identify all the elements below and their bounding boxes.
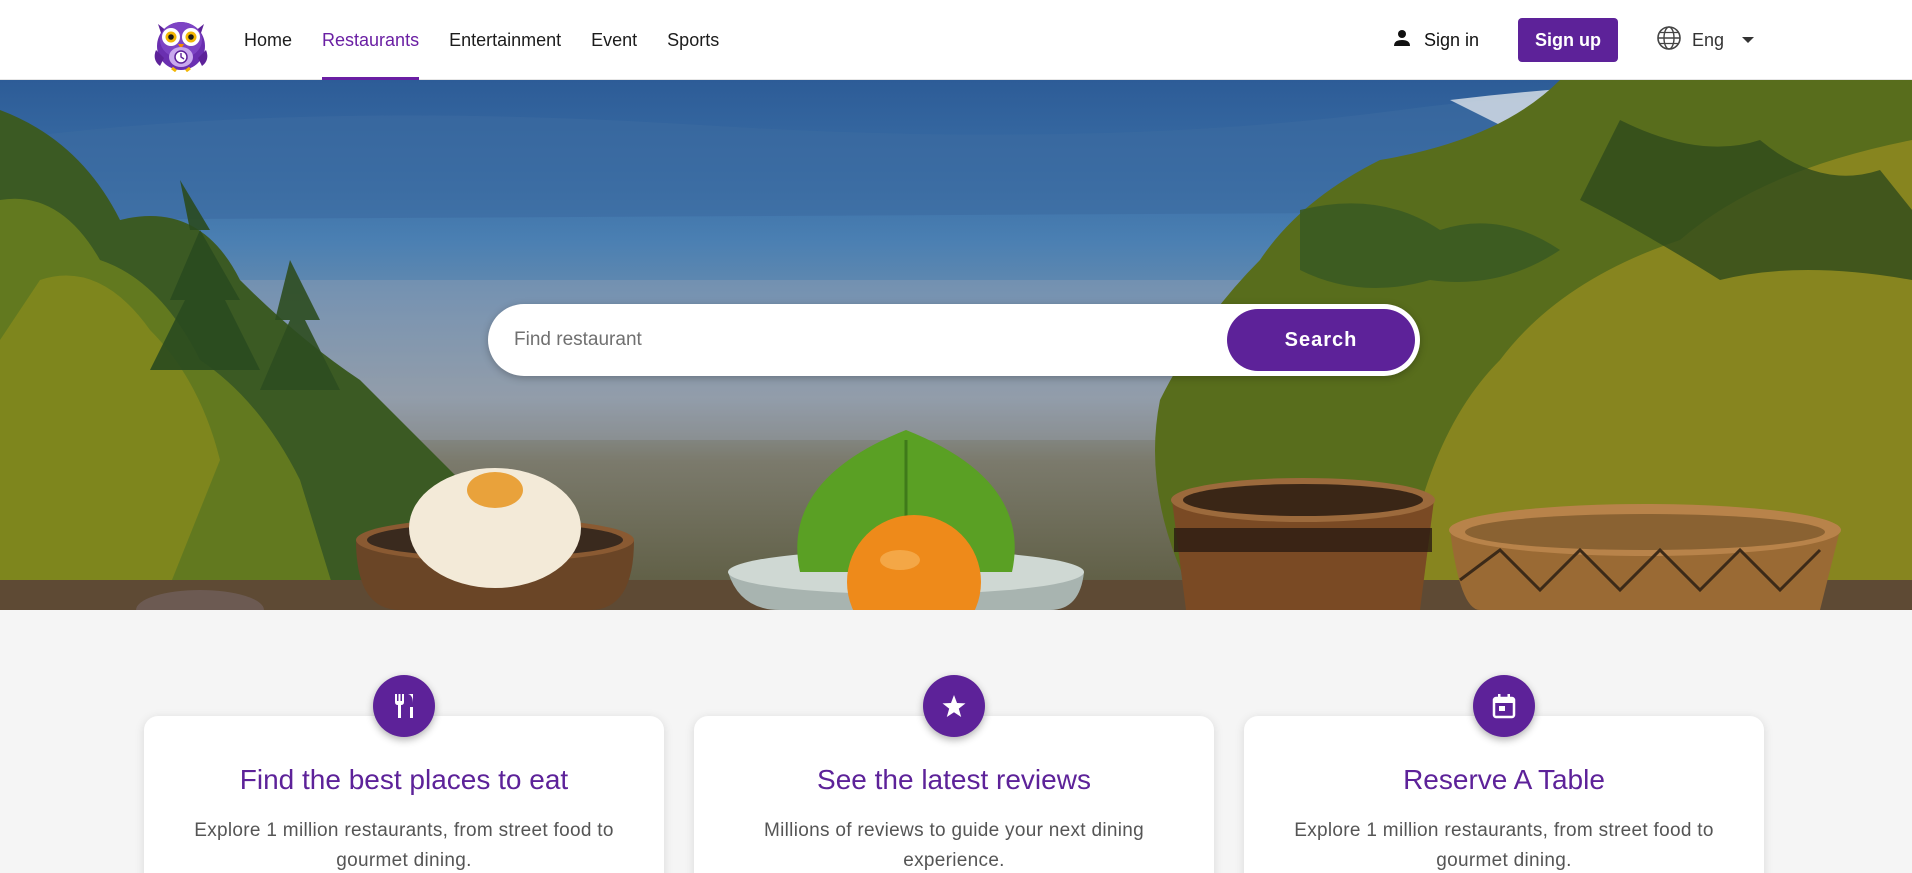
feature-description: Explore 1 million restaurants, from stre… [1294, 820, 1714, 871]
globe-icon [1656, 25, 1682, 56]
search-input[interactable] [514, 304, 1194, 376]
person-icon [1390, 26, 1414, 55]
nav-restaurants[interactable]: Restaurants [322, 0, 420, 80]
language-selector[interactable]: Eng [1656, 22, 1755, 58]
nav-event[interactable]: Event [591, 0, 637, 80]
nav-sports[interactable]: Sports [667, 0, 719, 80]
owl-logo-icon[interactable] [148, 10, 214, 73]
search-bar: Search [488, 304, 1420, 376]
top-navbar: Home Restaurants Entertainment Event Spo… [0, 0, 1912, 80]
language-label: Eng [1692, 29, 1725, 50]
chevron-down-icon [1742, 37, 1755, 43]
feature-title: Reserve A Table [1403, 764, 1605, 795]
feature-card-reserve-table: Reserve A Table Explore 1 million restau… [1244, 716, 1764, 873]
sign-in-button[interactable]: Sign in [1390, 22, 1479, 58]
search-button[interactable]: Search [1227, 309, 1415, 371]
sign-in-label: Sign in [1424, 29, 1480, 50]
sign-up-button[interactable]: Sign up [1518, 18, 1618, 62]
feature-title: Find the best places to eat [239, 764, 569, 795]
calendar-icon [1473, 675, 1535, 737]
feature-title: See the latest reviews [817, 764, 1091, 795]
main-nav: Home Restaurants Entertainment Event Spo… [244, 0, 749, 80]
fork-knife-icon [373, 675, 435, 737]
star-icon [923, 675, 985, 737]
hero-banner: Search [0, 80, 1912, 610]
feature-card-reviews: See the latest reviews Millions of revie… [694, 716, 1214, 873]
nav-home[interactable]: Home [244, 0, 292, 80]
feature-card-find-places: Find the best places to eat Explore 1 mi… [144, 716, 664, 873]
nav-entertainment[interactable]: Entertainment [449, 0, 561, 80]
feature-description: Explore 1 million restaurants, from stre… [194, 820, 614, 871]
feature-description: Millions of reviews to guide your next d… [764, 820, 1144, 871]
